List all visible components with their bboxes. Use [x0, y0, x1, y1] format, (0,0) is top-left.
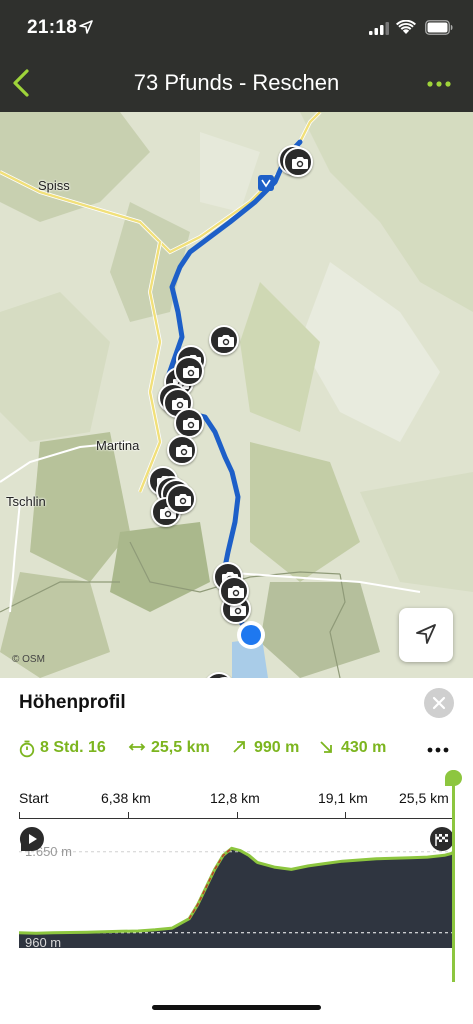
stat-distance-value: 25,5 km: [151, 739, 210, 756]
distance-arrows-icon: [128, 743, 146, 751]
stats-more-icon[interactable]: [427, 747, 449, 753]
axis-tick: [19, 812, 20, 818]
axis-tick: [237, 812, 238, 818]
axis-label-2: 12,8 km: [210, 790, 260, 806]
route-map[interactable]: Spiss Martina Tschlin © OSM: [0, 112, 473, 678]
camera-icon: [183, 366, 199, 378]
elevation-chart: [18, 846, 455, 948]
start-flag-icon: [19, 827, 44, 851]
axis-line: [19, 818, 455, 819]
panel-title: Höhenprofil: [19, 692, 126, 713]
stat-ascent-value: 990 m: [254, 739, 300, 756]
signal-icon: [369, 22, 389, 35]
photo-marker[interactable]: [166, 484, 196, 514]
ascent-arrow-icon: [233, 741, 245, 753]
close-icon: [432, 696, 446, 710]
place-label-tschlin: Tschlin: [6, 494, 46, 509]
camera-icon: [292, 157, 308, 169]
locate-button[interactable]: [399, 608, 453, 662]
axis-tick: [128, 812, 129, 818]
stopwatch-icon: [19, 740, 35, 758]
position-scrubber[interactable]: [452, 770, 455, 982]
camera-icon: [183, 418, 199, 430]
location-arrow-icon: [79, 20, 93, 34]
elevation-profile[interactable]: 1.650 m 960 m: [18, 826, 455, 974]
photo-marker[interactable]: [209, 325, 239, 355]
page-title: 73 Pfunds - Reschen: [133, 70, 340, 95]
photo-marker[interactable]: [167, 435, 197, 465]
stat-duration-value: 8 Std. 16: [40, 739, 106, 756]
elevation-label-low: 960 m: [25, 934, 62, 950]
status-time: 21:18: [27, 17, 78, 38]
axis-label-3: 19,1 km: [318, 790, 368, 806]
descent-arrow-icon: [320, 741, 332, 753]
camera-icon: [228, 586, 244, 598]
axis-label-4: 25,5 km: [399, 790, 449, 806]
close-button[interactable]: [424, 688, 454, 718]
map-attribution: © OSM: [12, 654, 45, 665]
battery-icon: [425, 20, 453, 35]
wifi-icon: [396, 20, 416, 34]
elevation-panel: Höhenprofil 8 Std. 16 25,5 km 990 m 430 …: [0, 678, 473, 1024]
axis-label-1: 6,38 km: [101, 790, 151, 806]
top-bar: 21:18 73 Pfunds - Reschen: [0, 0, 473, 112]
axis-tick: [345, 812, 346, 818]
navigation-arrow-icon: [416, 624, 436, 644]
stat-descent-value: 430 m: [341, 739, 387, 756]
position-scrubber-handle[interactable]: [445, 770, 462, 786]
home-indicator: [152, 1005, 321, 1010]
more-options-icon[interactable]: [426, 80, 452, 88]
photo-marker[interactable]: [174, 408, 204, 438]
photo-marker[interactable]: [174, 356, 204, 386]
axis-label-start: Start: [19, 790, 49, 806]
status-bar: 21:18: [0, 0, 473, 56]
photo-marker[interactable]: [219, 576, 249, 606]
photo-marker[interactable]: [283, 147, 313, 177]
camera-icon: [218, 335, 234, 347]
navigation-bar: 73 Pfunds - Reschen: [0, 56, 473, 112]
place-label-spiss: Spiss: [38, 178, 70, 193]
distance-axis: Start 6,38 km 12,8 km 19,1 km 25,5 km: [19, 790, 455, 820]
place-label-martina: Martina: [96, 438, 140, 453]
camera-icon: [175, 494, 191, 506]
camera-icon: [176, 445, 192, 457]
